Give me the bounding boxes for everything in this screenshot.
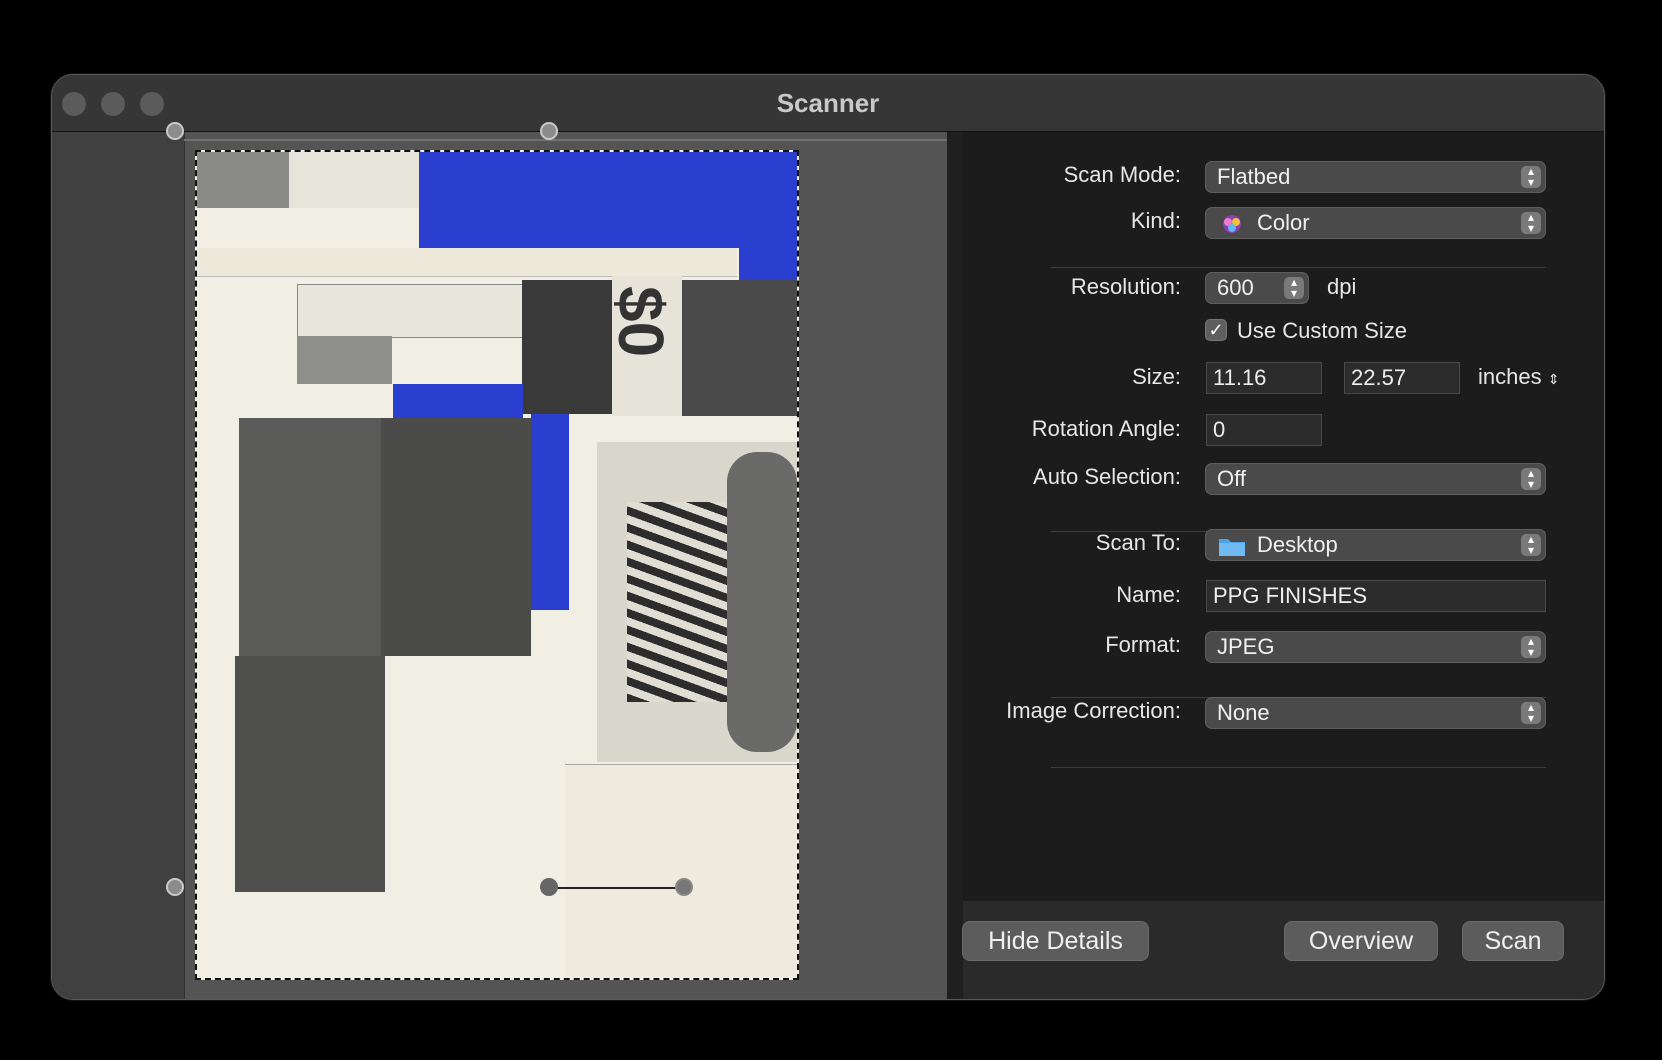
left-gutter: [52, 132, 184, 999]
blue-tape-top: [419, 152, 797, 248]
chevron-updown-icon[interactable]: ▴ ▾: [1284, 276, 1304, 299]
paper-strip-3: [297, 284, 524, 338]
crop-handle-top-center[interactable]: [540, 122, 558, 140]
hide-details-button[interactable]: Hide Details: [962, 921, 1149, 961]
paper-strip-2: [197, 248, 737, 277]
blank-paper: [565, 764, 797, 978]
crop-handle-bottom-left[interactable]: [166, 878, 184, 896]
preview-top-edge: [184, 139, 947, 141]
crop-handle-top-left[interactable]: [166, 122, 184, 140]
blue-tape-vertical: [531, 414, 569, 610]
scan-mode-label: Scan Mode:: [1063, 162, 1181, 187]
chevron-updown-icon: ▴ ▾: [1521, 467, 1541, 490]
resolution-stepper[interactable]: 600 ▴ ▾: [1205, 272, 1309, 304]
size-unit-popup[interactable]: inches ⇕: [1478, 364, 1559, 390]
details-panel: [963, 132, 1604, 901]
auto-selection-popup[interactable]: Off ▴ ▾: [1205, 463, 1546, 495]
scanned-image-preview[interactable]: $0: [195, 150, 799, 980]
scan-mode-value: Flatbed: [1217, 164, 1291, 189]
name-label: Name:: [1116, 582, 1181, 607]
scan-button[interactable]: Scan: [1462, 921, 1564, 961]
format-popup[interactable]: JPEG ▴ ▾: [1205, 631, 1546, 663]
photo-hands-1: [239, 418, 381, 656]
dollar-print: $0: [605, 276, 682, 416]
blue-tape-edge: [739, 248, 797, 282]
resolution-unit: dpi: [1327, 274, 1357, 299]
window-title: Scanner: [776, 88, 880, 118]
format-label: Format:: [1105, 632, 1181, 657]
custom-size-checkbox[interactable]: ✓: [1205, 319, 1227, 341]
image-correction-value: None: [1217, 700, 1270, 725]
scan-to-label: Scan To:: [1095, 530, 1181, 555]
auto-selection-label: Auto Selection:: [1033, 464, 1181, 489]
blue-tape-mid: [393, 384, 523, 418]
preview-divider: [947, 132, 963, 999]
scan-to-popup[interactable]: Desktop ▴ ▾: [1205, 529, 1546, 561]
size-width-field[interactable]: 11.16: [1206, 362, 1322, 394]
chevron-updown-icon: ▴ ▾: [1521, 635, 1541, 658]
image-correction-popup[interactable]: None ▴ ▾: [1205, 697, 1546, 729]
chevron-updown-icon: ▴ ▾: [1521, 533, 1541, 556]
separator: [1051, 267, 1546, 268]
scan-mode-popup[interactable]: Flatbed ▴ ▾: [1205, 161, 1546, 193]
kind-label: Kind:: [1130, 208, 1181, 233]
paper-strip: [289, 152, 420, 208]
resolution-label: Resolution:: [1070, 274, 1181, 299]
chevron-updown-icon: ▴ ▾: [1521, 165, 1541, 188]
photo-dark-1: [522, 280, 612, 414]
resolution-value: 600: [1217, 275, 1254, 300]
crop-edge-line: [550, 887, 682, 889]
chevron-updown-icon: ▴ ▾: [1521, 701, 1541, 724]
size-label: Size:: [1132, 364, 1181, 389]
photo-hands-2: [381, 418, 531, 656]
name-field[interactable]: PPG FINISHES: [1206, 580, 1546, 612]
chevron-updown-icon: ⇕: [1547, 371, 1560, 387]
custom-size-label: Use Custom Size: [1237, 318, 1407, 343]
kind-popup[interactable]: Color ▴ ▾: [1205, 207, 1546, 239]
photo-dark-2: [682, 280, 797, 416]
crop-handle-bottom-center[interactable]: [540, 878, 558, 896]
overview-button[interactable]: Overview: [1284, 921, 1438, 961]
crop-handle-bottom-right[interactable]: [675, 878, 693, 896]
separator: [1051, 767, 1546, 768]
chevron-updown-icon: ▴ ▾: [1521, 211, 1541, 234]
scanner-window: Scanner $0 Scan Mode: Flatbed ▴ ▾ Kind: …: [51, 74, 1605, 1000]
title-bar: Scanner: [52, 75, 1604, 132]
scan-to-value: Desktop: [1257, 532, 1338, 557]
photo-hands-3: [235, 656, 385, 892]
color-icon: [1217, 212, 1247, 236]
auto-selection-value: Off: [1217, 466, 1246, 491]
image-correction-label: Image Correction:: [1006, 698, 1181, 723]
eagle-flag-print: [597, 442, 797, 762]
kind-value: Color: [1257, 210, 1310, 235]
format-value: JPEG: [1217, 634, 1275, 659]
gray-patch: [197, 152, 289, 208]
size-height-field[interactable]: 22.57: [1344, 362, 1460, 394]
folder-icon: [1217, 534, 1247, 558]
rotation-field[interactable]: 0: [1206, 414, 1322, 446]
size-unit-value: inches: [1478, 364, 1542, 389]
gray-patch-2: [297, 336, 392, 384]
rotation-label: Rotation Angle:: [1031, 416, 1181, 441]
